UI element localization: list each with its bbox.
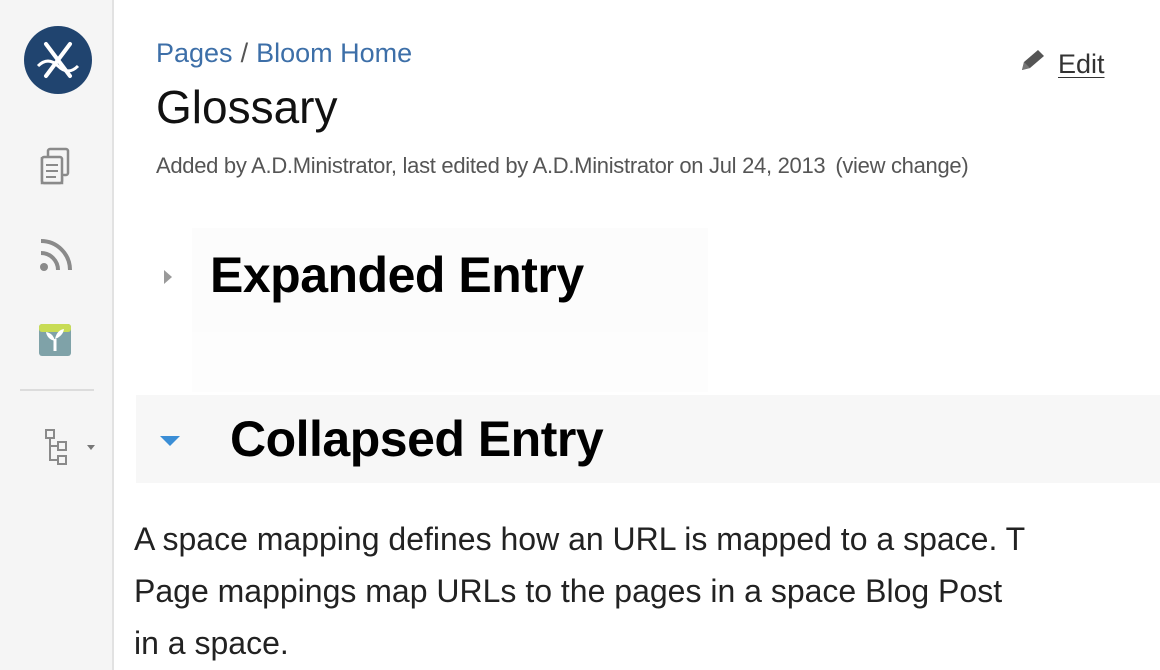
expand-entry-title[interactable]: Expanded Entry [210,246,584,304]
body-line: A space mapping defines how an URL is ma… [134,521,1026,557]
pencil-icon [1016,48,1046,81]
sidebar [0,0,114,670]
collapse-entry-title[interactable]: Collapsed Entry [230,410,604,468]
body-line: in a space. [134,625,289,661]
space-logo-icon[interactable] [24,26,92,94]
sidebar-divider [20,389,94,391]
page-metadata-text: Added by A.D.Ministrator, last edited by… [156,153,826,178]
chevron-down-icon[interactable] [160,436,180,446]
edit-button[interactable]: Edit [1016,48,1105,81]
chevron-down-icon[interactable] [87,445,95,450]
entry-body-text: A space mapping defines how an URL is ma… [134,513,1160,669]
page-tree-icon[interactable] [44,428,70,468]
page-title: Glossary [156,81,338,133]
breadcrumb-item-pages[interactable]: Pages [156,38,233,68]
pages-icon[interactable] [38,147,74,187]
rss-feed-icon[interactable] [38,237,74,273]
main-content: Pages / Bloom Home Glossary Edit Added by … [116,0,1160,670]
breadcrumb-item-bloom-home[interactable]: Bloom Home [256,38,412,68]
breadcrumb-separator: / [240,38,249,68]
edit-label: Edit [1058,49,1105,79]
breadcrumb: Pages / Bloom Home [156,38,412,69]
expand-entry-spacer [192,332,708,392]
view-change-link[interactable]: (view change) [835,153,968,178]
page-metadata: Added by A.D.Ministrator, last edited by… [156,153,969,179]
blog-sprout-icon[interactable] [38,323,72,357]
chevron-right-icon[interactable] [164,270,172,284]
body-line: Page mappings map URLs to the pages in a… [134,573,1003,609]
